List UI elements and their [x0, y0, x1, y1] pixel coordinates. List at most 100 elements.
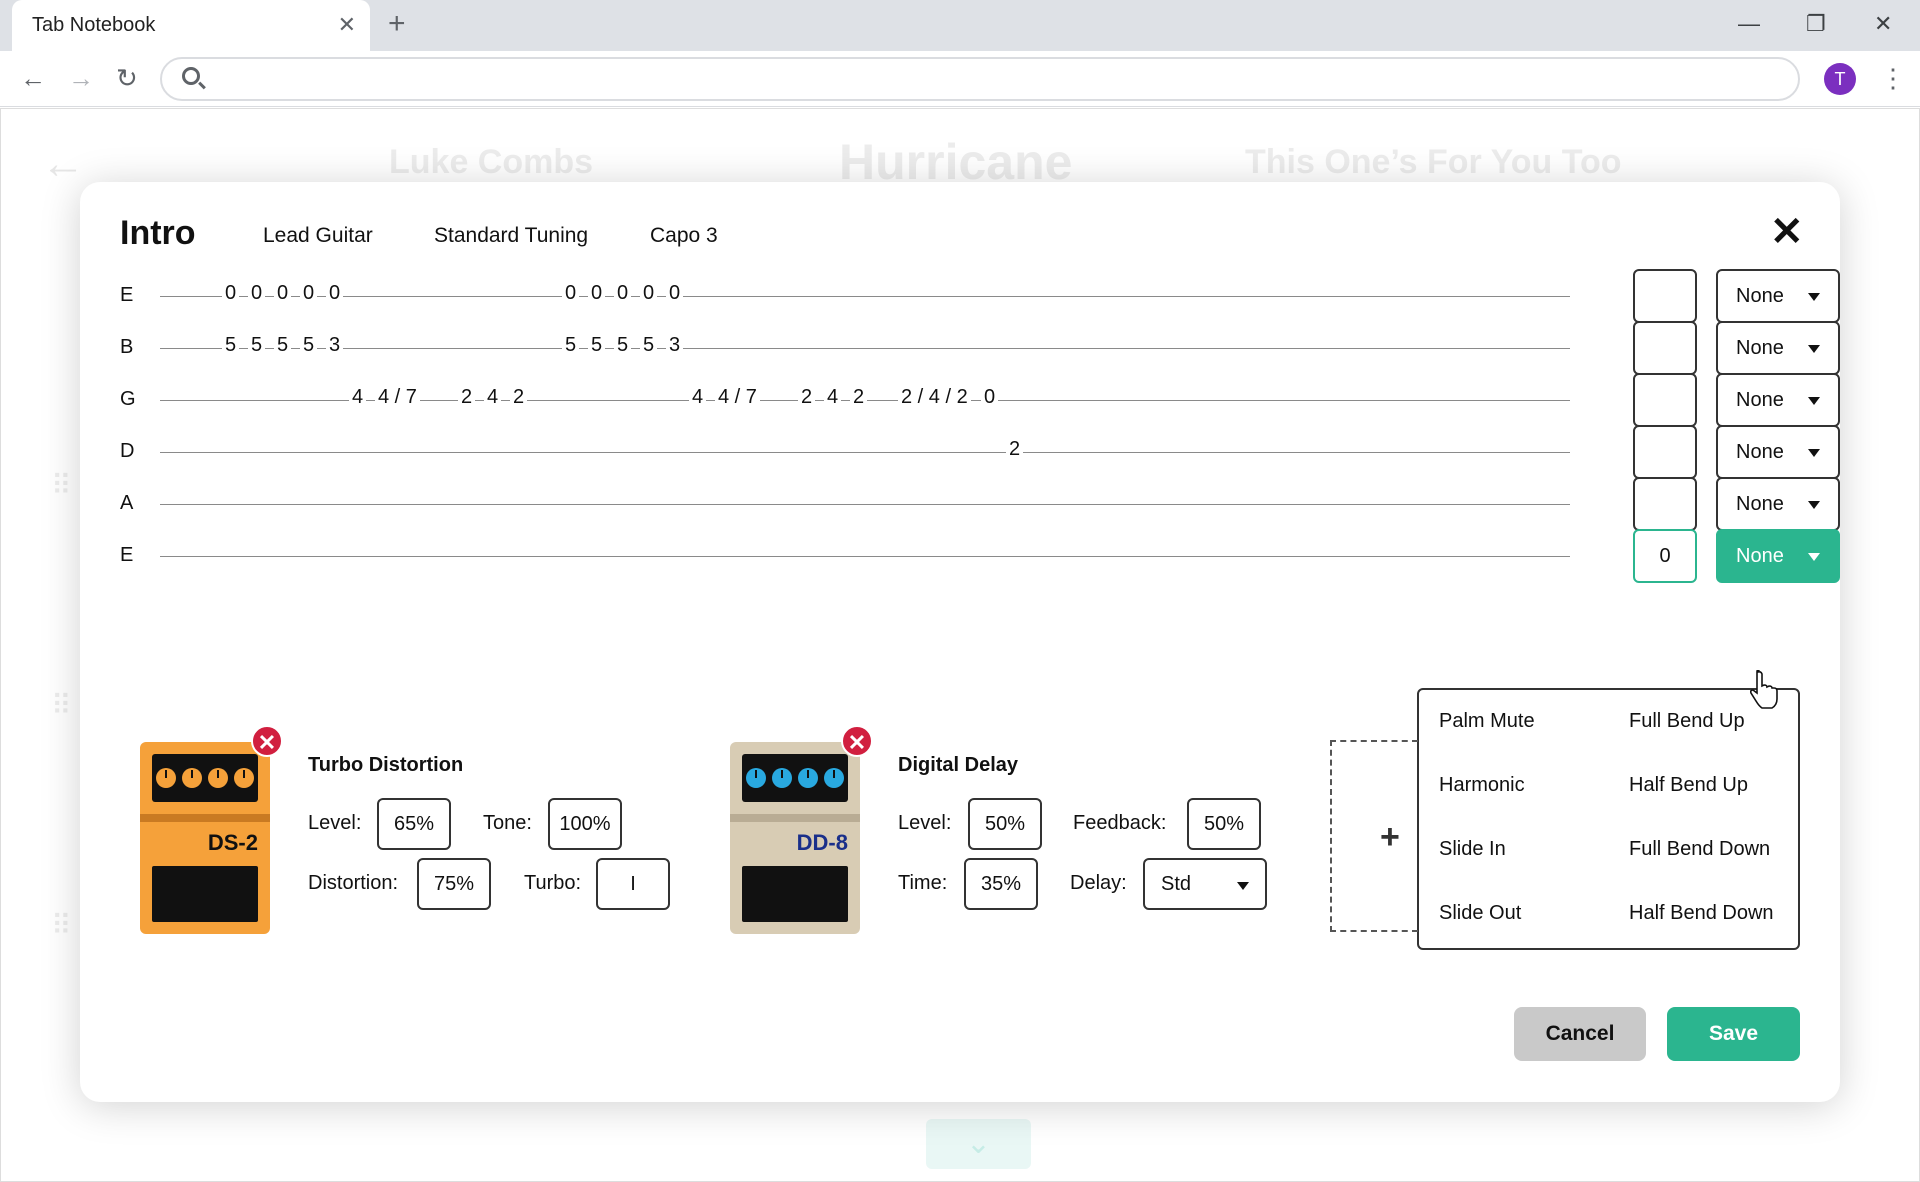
- tab-note[interactable]: 0: [562, 282, 580, 305]
- tab-note[interactable]: 2: [458, 386, 476, 409]
- string-line[interactable]: [160, 348, 1570, 349]
- tab-note[interactable]: 0: [274, 282, 292, 305]
- menu-item-full-bend-down[interactable]: Full Bend Down: [1629, 838, 1770, 861]
- tab-note[interactable]: 5: [614, 334, 632, 357]
- pedal-dd8[interactable]: DD-8: [730, 742, 860, 934]
- menu-item-palm-mute[interactable]: Palm Mute: [1439, 710, 1535, 733]
- footswitch[interactable]: [742, 866, 848, 922]
- tab-note[interactable]: 5: [562, 334, 580, 357]
- add-pedal-button[interactable]: +: [1330, 740, 1418, 932]
- new-tab-icon[interactable]: +: [388, 8, 406, 40]
- tab-close-icon[interactable]: ✕: [338, 12, 356, 38]
- tab-note[interactable]: 0: [666, 282, 684, 305]
- fret-input[interactable]: [1633, 373, 1697, 427]
- tab-note[interactable]: 5: [248, 334, 266, 357]
- tab-note[interactable]: 0: [300, 282, 318, 305]
- tone-input[interactable]: 100%: [548, 798, 622, 850]
- restore-icon[interactable]: ❐: [1806, 10, 1826, 38]
- tab-note[interactable]: 0: [588, 282, 606, 305]
- turbo-input[interactable]: I: [596, 858, 670, 910]
- next-song-title[interactable]: This One’s For You Too: [1245, 143, 1622, 182]
- technique-select[interactable]: None: [1716, 269, 1840, 323]
- fret-input[interactable]: 0: [1633, 529, 1697, 583]
- footswitch[interactable]: [152, 866, 258, 922]
- close-modal-icon[interactable]: ✕: [1770, 212, 1804, 252]
- save-button[interactable]: Save: [1667, 1007, 1800, 1061]
- prev-song-title[interactable]: Luke Combs: [389, 143, 593, 182]
- tab-note[interactable]: 5: [274, 334, 292, 357]
- menu-item-harmonic[interactable]: Harmonic: [1439, 774, 1525, 797]
- feedback-input[interactable]: 50%: [1187, 798, 1261, 850]
- technique-select[interactable]: None: [1716, 529, 1840, 583]
- string-line[interactable]: [160, 556, 1570, 557]
- window-close-icon[interactable]: ✕: [1874, 10, 1892, 38]
- tab-note[interactable]: 4: [349, 386, 367, 409]
- level-input[interactable]: 50%: [968, 798, 1042, 850]
- level-input[interactable]: 65%: [377, 798, 451, 850]
- level-label: Level:: [898, 812, 952, 834]
- cancel-button[interactable]: Cancel: [1514, 1007, 1646, 1061]
- tab-note[interactable]: 0: [981, 386, 999, 409]
- menu-item-slide-in[interactable]: Slide In: [1439, 838, 1506, 861]
- tab-note[interactable]: 5: [588, 334, 606, 357]
- back-arrow-icon[interactable]: ←: [41, 139, 85, 189]
- tab-note[interactable]: 4: [824, 386, 842, 409]
- knob-icon: [772, 768, 792, 788]
- delay-select[interactable]: Std: [1143, 858, 1267, 910]
- tab-note[interactable]: 2: [510, 386, 528, 409]
- chevron-down-icon: [1808, 345, 1820, 353]
- technique-select[interactable]: None: [1716, 477, 1840, 531]
- menu-item-full-bend-up[interactable]: Full Bend Up: [1629, 710, 1745, 733]
- scroll-down-icon[interactable]: ⌄: [926, 1119, 1031, 1169]
- menu-item-slide-out[interactable]: Slide Out: [1439, 902, 1521, 925]
- string-row: G44 / 724244 / 72422 / 4 / 2 0 None: [120, 373, 1840, 427]
- reload-icon[interactable]: ↻: [116, 63, 138, 93]
- tab-note[interactable]: 5: [640, 334, 658, 357]
- tab-note[interactable]: 2: [1006, 438, 1024, 461]
- technique-select[interactable]: None: [1716, 425, 1840, 479]
- tab-note[interactable]: 0: [326, 282, 344, 305]
- remove-pedal-icon[interactable]: ✕: [841, 725, 873, 757]
- tab-note[interactable]: 2: [850, 386, 868, 409]
- drag-handle-icon[interactable]: ⠿: [51, 689, 72, 722]
- time-input[interactable]: 35%: [964, 858, 1038, 910]
- drag-handle-icon[interactable]: ⠿: [51, 469, 72, 502]
- address-bar[interactable]: [160, 57, 1800, 101]
- tab-note[interactable]: 4: [689, 386, 707, 409]
- tab-note[interactable]: 5: [300, 334, 318, 357]
- tab-note[interactable]: 3: [326, 334, 344, 357]
- tab-note[interactable]: 5: [222, 334, 240, 357]
- tab-note[interactable]: 4: [484, 386, 502, 409]
- menu-item-half-bend-up[interactable]: Half Bend Up: [1629, 774, 1748, 797]
- drag-handle-icon[interactable]: ⠿: [51, 909, 72, 942]
- fret-input[interactable]: [1633, 477, 1697, 531]
- tab-note[interactable]: 3: [666, 334, 684, 357]
- tab-note[interactable]: 4 / 7: [715, 386, 760, 409]
- menu-item-half-bend-down[interactable]: Half Bend Down: [1629, 902, 1774, 925]
- tab-note[interactable]: 0: [614, 282, 632, 305]
- tab-note[interactable]: 0: [640, 282, 658, 305]
- string-line[interactable]: [160, 504, 1570, 505]
- tab-note[interactable]: 0: [248, 282, 266, 305]
- pedal-ds2[interactable]: DS-2: [140, 742, 270, 934]
- profile-avatar[interactable]: T: [1824, 63, 1856, 95]
- tab-note[interactable]: 2: [798, 386, 816, 409]
- minimize-icon[interactable]: —: [1738, 10, 1760, 38]
- fret-input[interactable]: [1633, 425, 1697, 479]
- distortion-input[interactable]: 75%: [417, 858, 491, 910]
- fret-input[interactable]: [1633, 269, 1697, 323]
- technique-select[interactable]: None: [1716, 321, 1840, 375]
- string-row: E 0 0 0 0 0 0 0 0 0 0 None: [120, 269, 1840, 323]
- tab-note[interactable]: 0: [222, 282, 240, 305]
- technique-select[interactable]: None: [1716, 373, 1840, 427]
- back-icon[interactable]: ←: [20, 63, 46, 93]
- browser-menu-icon[interactable]: ⋮: [1880, 63, 1906, 93]
- string-line[interactable]: [160, 452, 1570, 453]
- tab-note[interactable]: 2 / 4 / 2: [898, 386, 971, 409]
- string-line[interactable]: [160, 296, 1570, 297]
- forward-icon[interactable]: →: [68, 63, 94, 93]
- tab-note[interactable]: 4 / 7: [375, 386, 420, 409]
- fret-input[interactable]: [1633, 321, 1697, 375]
- remove-pedal-icon[interactable]: ✕: [251, 725, 283, 757]
- browser-tab[interactable]: Tab Notebook ✕: [12, 0, 370, 51]
